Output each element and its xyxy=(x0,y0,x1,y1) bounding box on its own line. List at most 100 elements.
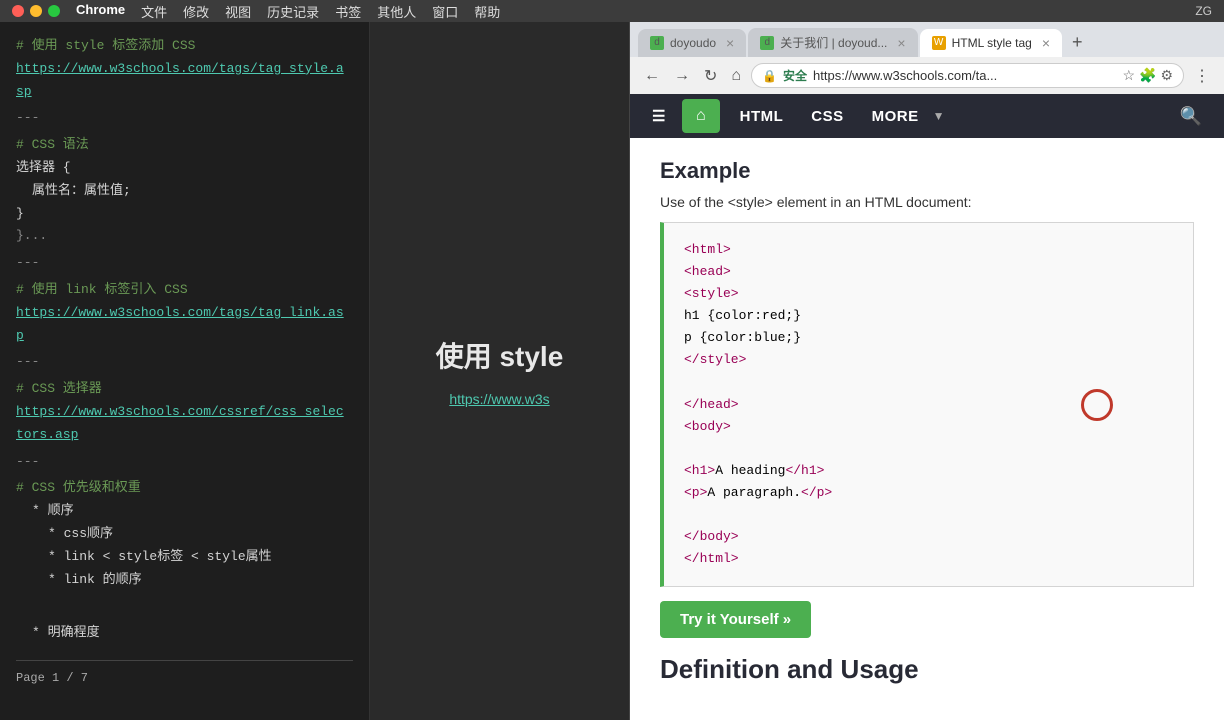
example-title: Example xyxy=(660,158,1194,184)
code-line-5: p {color:blue;} xyxy=(684,327,1173,349)
menu-history[interactable]: 历史记录 xyxy=(267,2,319,21)
tab-close-w3[interactable]: × xyxy=(1042,35,1050,51)
address-bar: ← → ↻ ⌂ 🔒 安全 https://www.w3schools.com/t… xyxy=(630,57,1224,94)
tab-label-about: 关于我们 | doyoud... xyxy=(780,34,887,51)
sep1: --- xyxy=(16,108,353,129)
menu-chrome[interactable]: Chrome xyxy=(76,2,125,21)
code-line-6: </style> xyxy=(684,349,1173,371)
css-property: 属性名：属性值; xyxy=(16,181,353,202)
empty-line xyxy=(16,596,353,617)
address-icons: ☆ 🧩 ⚙ xyxy=(1122,67,1173,84)
address-bar-input[interactable]: 🔒 安全 https://www.w3schools.com/ta... ☆ 🧩… xyxy=(751,63,1184,88)
sep3: --- xyxy=(16,352,353,373)
w3-nav: ☰ ⌂ HTML CSS MORE ▼ 🔍 xyxy=(630,94,1224,138)
extension-icon2[interactable]: ⚙ xyxy=(1160,67,1173,84)
tab-doyoudo[interactable]: d doyoudo × xyxy=(638,29,746,57)
css-close: } xyxy=(16,204,353,225)
comment-css-syntax: # CSS 语法 xyxy=(16,135,353,156)
code-line-4: h1 {color:red;} xyxy=(684,305,1173,327)
lock-icon: 🔒 xyxy=(762,69,777,83)
title-bar-left: Chrome 文件 修改 视图 历史记录 书签 其他人 窗口 帮助 xyxy=(12,2,500,21)
browser-toolbar: ⋮ xyxy=(1190,64,1214,88)
middle-panel: 使用 style https://www.w3s xyxy=(370,22,630,720)
title-bar: Chrome 文件 修改 视图 历史记录 书签 其他人 窗口 帮助 ZG xyxy=(0,0,1224,22)
sep2: --- xyxy=(16,253,353,274)
page-indicator: Page 1 / 7 xyxy=(16,660,353,688)
comment-link: # 使用 link 标签引入 CSS xyxy=(16,280,353,301)
menu-others[interactable]: 其他人 xyxy=(377,2,416,21)
tab-w3schools[interactable]: W HTML style tag × xyxy=(920,29,1062,57)
link-selector1[interactable]: https://www.w3schools.com/cssref/css_sel… xyxy=(16,402,353,423)
main-content: # 使用 style 标签添加 CSS https://www.w3school… xyxy=(0,22,1224,720)
sep4: --- xyxy=(16,452,353,473)
w3-search-button[interactable]: 🔍 xyxy=(1168,98,1214,135)
menu-bar: Chrome 文件 修改 视图 历史记录 书签 其他人 窗口 帮助 xyxy=(76,2,500,21)
reload-button[interactable]: ↻ xyxy=(700,64,721,88)
home-button[interactable]: ⌂ xyxy=(727,65,745,87)
mac-dots xyxy=(12,5,60,17)
tab-label-w3: HTML style tag xyxy=(952,36,1032,50)
close-dot[interactable] xyxy=(12,5,24,17)
preview-link[interactable]: https://www.w3s xyxy=(449,391,549,407)
extension-icon1[interactable]: 🧩 xyxy=(1139,67,1156,84)
title-bar-right: ZG xyxy=(1195,4,1212,18)
browser-tabs: d doyoudo × d 关于我们 | doyoud... × W HTML … xyxy=(630,22,1224,57)
link-selector2[interactable]: tors.asp xyxy=(16,425,353,446)
w3-more-button[interactable]: MORE xyxy=(860,100,931,133)
link-link1[interactable]: https://www.w3schools.com/tags/tag_link.… xyxy=(16,303,353,324)
max-dot[interactable] xyxy=(48,5,60,17)
code-line-15: </html> xyxy=(684,548,1173,570)
menu-edit[interactable]: 修改 xyxy=(183,2,209,21)
menu-help[interactable]: 帮助 xyxy=(474,2,500,21)
w3-css-button[interactable]: CSS xyxy=(799,100,855,133)
code-line-14: </body> xyxy=(684,526,1173,548)
new-tab-button[interactable]: + xyxy=(1064,32,1091,53)
w3-menu-button[interactable]: ☰ xyxy=(640,99,678,133)
bookmark-icon[interactable]: ☆ xyxy=(1122,67,1135,84)
menu-file[interactable]: 文件 xyxy=(141,2,167,21)
w3-home-button[interactable]: ⌂ xyxy=(682,99,720,133)
code-line-13 xyxy=(684,504,1173,526)
w3-content: Example Use of the <style> element in an… xyxy=(630,138,1224,720)
w3-html-button[interactable]: HTML xyxy=(728,100,796,133)
link-link2[interactable]: p xyxy=(16,326,353,347)
secure-label: 安全 xyxy=(783,67,807,84)
try-it-button[interactable]: Try it Yourself » xyxy=(660,601,811,638)
example-section: Example Use of the <style> element in an… xyxy=(660,158,1194,685)
tab-favicon-doyoudo: d xyxy=(650,36,664,50)
tab-label-doyoudo: doyoudo xyxy=(670,36,716,50)
tab-favicon-about: d xyxy=(760,36,774,50)
menu-view[interactable]: 视图 xyxy=(225,2,251,21)
bullet-link-order: * link 的顺序 xyxy=(16,570,353,591)
link-style2[interactable]: sp xyxy=(16,82,353,103)
definition-title: Definition and Usage xyxy=(660,654,1194,685)
bullet-css-order: * css顺序 xyxy=(16,524,353,545)
bullet-specificity: * 明确程度 xyxy=(16,623,353,644)
css-selector-open: 选择器 { xyxy=(16,158,353,179)
comment-selector: # CSS 选择器 xyxy=(16,379,353,400)
tab-close-about[interactable]: × xyxy=(897,35,905,51)
browser-panel: d doyoudo × d 关于我们 | doyoud... × W HTML … xyxy=(630,22,1224,720)
code-line-12: <p>A paragraph.</p> xyxy=(684,482,1173,504)
w3-more[interactable]: MORE ▼ xyxy=(860,100,945,133)
more-arrow: ▼ xyxy=(933,109,945,123)
code-line-8: </head> xyxy=(684,394,1173,416)
code-line-2: <head> xyxy=(684,261,1173,283)
bullet-order: * 顺序 xyxy=(16,501,353,522)
css-close2: }... xyxy=(16,226,353,247)
extensions-icon[interactable]: ⋮ xyxy=(1190,64,1214,88)
back-button[interactable]: ← xyxy=(640,65,664,87)
menu-bookmarks[interactable]: 书签 xyxy=(335,2,361,21)
left-panel: # 使用 style 标签添加 CSS https://www.w3school… xyxy=(0,22,370,720)
tab-about[interactable]: d 关于我们 | doyoud... × xyxy=(748,28,917,57)
min-dot[interactable] xyxy=(30,5,42,17)
menu-window[interactable]: 窗口 xyxy=(432,2,458,21)
link-style[interactable]: https://www.w3schools.com/tags/tag_style… xyxy=(16,59,353,80)
tab-favicon-w3: W xyxy=(932,36,946,50)
code-line-9: <body> xyxy=(684,416,1173,438)
tab-close-doyoudo[interactable]: × xyxy=(726,35,734,51)
address-text: https://www.w3schools.com/ta... xyxy=(813,68,1116,83)
forward-button[interactable]: → xyxy=(670,65,694,87)
code-line-10 xyxy=(684,438,1173,460)
code-line-11: <h1>A heading</h1> xyxy=(684,460,1173,482)
